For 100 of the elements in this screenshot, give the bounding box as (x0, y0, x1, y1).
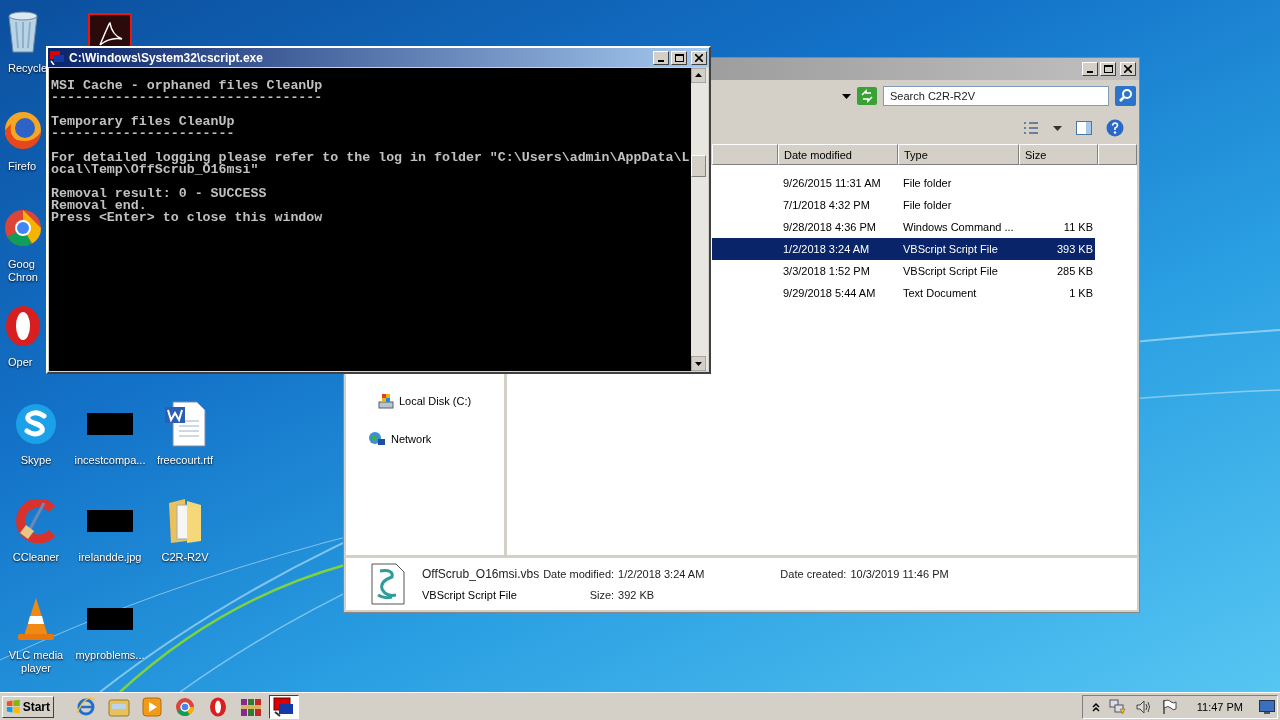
table-cell-text: 3/3/2018 1:52 PM (782, 265, 871, 277)
redaction-block (87, 608, 133, 630)
detail-label: Date created: (780, 568, 847, 580)
speaker-icon[interactable] (1134, 698, 1153, 715)
internet-explorer-icon (76, 696, 96, 717)
chrome-icon (3, 208, 43, 248)
icon-label[interactable]: incestcompa... (74, 454, 146, 467)
table-cell-text: File folder (902, 199, 953, 211)
icon-label[interactable]: Goog Chron (0, 258, 46, 284)
file-row[interactable]: 3/3/2018 1:52 PM VBScript Script File 285 KB (712, 260, 1095, 282)
icon-label[interactable]: Firefo (0, 160, 37, 173)
detail-value: 392 KB (618, 589, 656, 601)
firefox-icon (3, 110, 43, 150)
close-button[interactable] (1120, 62, 1136, 76)
console-line: Press <Enter> to close this window (51, 212, 324, 224)
column-header[interactable] (1098, 144, 1137, 165)
table-cell-text: 7/1/2018 4:32 PM (782, 199, 871, 211)
script-window-icon (50, 50, 66, 65)
nav-item-label[interactable]: Local Disk (C:) (399, 395, 472, 407)
file-row[interactable]: 7/1/2018 4:32 PM File folder (712, 194, 1095, 216)
minimize-button[interactable] (653, 50, 669, 65)
scroll-down-icon[interactable] (691, 356, 706, 371)
minimize-button[interactable] (1082, 62, 1098, 76)
word-document-icon (163, 401, 207, 447)
column-header[interactable]: Type (898, 144, 1019, 165)
show-desktop-icon[interactable] (1259, 699, 1275, 714)
icon-label[interactable]: irelandde.jpg (78, 551, 142, 564)
network-icon[interactable] (1108, 698, 1127, 715)
search-icon[interactable] (1115, 86, 1136, 106)
icon-label[interactable]: freecourt.rtf (156, 454, 214, 467)
redaction-block (87, 413, 133, 435)
icon-label[interactable]: VLC media player (0, 649, 72, 675)
maximize-icon (1103, 65, 1113, 73)
file-row[interactable]: 9/29/2018 5:44 AM Text Document 1 KB (712, 282, 1095, 304)
icon-label[interactable]: Oper (0, 356, 33, 369)
table-cell-text: VBScript Script File (902, 265, 999, 277)
detail-label: Date modified: (543, 568, 615, 580)
file-row[interactable]: 9/28/2018 4:36 PM Windows Command ... 11 KB (712, 216, 1095, 238)
column-header[interactable]: Size (1019, 144, 1098, 165)
icon-label[interactable]: Skype (20, 454, 52, 467)
table-cell-text: 1/2/2018 3:24 AM (782, 243, 871, 255)
opera-icon (209, 696, 227, 717)
nav-item-label[interactable]: Network (391, 433, 432, 445)
icon-label[interactable]: CCleaner (12, 551, 60, 564)
detail-value: 1/2/2018 3:24 AM (618, 568, 705, 580)
start-button[interactable]: Start (2, 695, 54, 718)
table-cell-text: 9/28/2018 4:36 PM (782, 221, 877, 233)
file-row[interactable]: 9/26/2015 11:31 AM File folder (712, 172, 1095, 194)
table-cell-text: VBScript Script File (902, 243, 999, 255)
chevron-up-icon[interactable] (1090, 701, 1101, 712)
file-row[interactable]: 1/2/2018 3:24 AM VBScript Script File 393 KB (712, 238, 1095, 260)
table-cell-text: File folder (902, 177, 953, 189)
table-cell-text: 9/29/2018 5:44 AM (782, 287, 877, 299)
console-line: ----------------------- (51, 128, 236, 140)
preview-pane-icon[interactable] (1076, 121, 1092, 135)
table-cell-text: Text Document (902, 287, 978, 299)
help-icon[interactable] (1106, 119, 1124, 137)
script-window-icon (273, 696, 295, 717)
media-player-icon (142, 696, 162, 717)
console-line: MSI Cache - orphaned files CleanUp (51, 80, 324, 92)
file-name: OffScrub_O16msi.vbs (422, 567, 540, 581)
start-logo-icon (6, 698, 21, 715)
scroll-up-icon[interactable] (691, 68, 706, 83)
globe-network-icon (368, 431, 386, 447)
close-button[interactable] (691, 50, 707, 65)
maximize-button[interactable] (671, 50, 687, 65)
table-cell-text: Windows Command ... (902, 221, 1015, 233)
column-header[interactable] (712, 144, 778, 165)
minimize-icon (1087, 71, 1093, 73)
view-list-icon[interactable] (1023, 121, 1039, 135)
icon-label[interactable]: C2R-R2V (161, 551, 209, 564)
table-cell-text: 285 KB (1055, 265, 1094, 277)
chrome-icon (175, 696, 195, 717)
column-header[interactable]: Date modified (778, 144, 898, 165)
folder-icon (108, 696, 130, 717)
scrollbar[interactable] (691, 68, 708, 371)
redaction-block (87, 510, 133, 532)
scroll-thumb[interactable] (691, 155, 706, 177)
detail-value: 10/3/2019 11:46 PM (850, 568, 949, 580)
flag-icon[interactable] (1160, 698, 1177, 715)
console-line: Removal result: 0 - SUCCESS (51, 188, 268, 200)
refresh-icon[interactable] (857, 87, 877, 105)
dropdown-caret-icon[interactable] (842, 93, 851, 99)
close-icon (695, 53, 703, 62)
console-line: ocal\Temp\OffScrub_O16msi" (51, 164, 259, 176)
icon-label[interactable]: Recycle (0, 62, 46, 75)
drive-icon (378, 393, 394, 409)
taskbar-button[interactable] (269, 694, 299, 719)
dropdown-caret-icon[interactable] (1053, 125, 1062, 131)
search-field[interactable]: Search C2R-R2V (883, 86, 1109, 106)
table-cell-text: 9/26/2015 11:31 AM (782, 177, 882, 189)
clock[interactable]: 11:47 PM (1196, 700, 1243, 713)
console-line: Removal end. (51, 200, 147, 212)
minimize-icon (658, 59, 664, 62)
file-type: VBScript Script File (422, 589, 518, 601)
table-cell-text: 11 KB (1062, 221, 1094, 233)
script-file-icon (370, 563, 406, 605)
maximize-icon (674, 53, 684, 62)
maximize-button[interactable] (1100, 62, 1116, 76)
detail-label: Size: (588, 589, 615, 601)
